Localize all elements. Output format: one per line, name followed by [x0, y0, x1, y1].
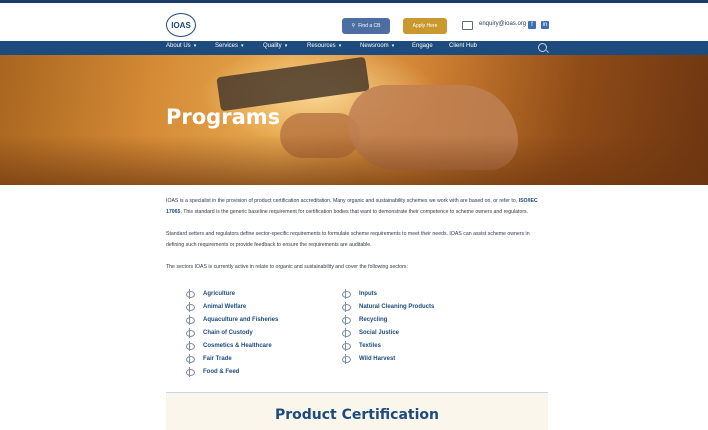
- main-nav: About Us ▾ Services ▾ Quality ▾ Resources ▾ …: [0, 41, 708, 55]
- nav-label: Quality: [263, 43, 282, 49]
- sector-item[interactable]: Animal Welfare: [185, 302, 246, 312]
- product-certification-section: Product Certification: [166, 393, 548, 430]
- sector-label: Agriculture: [203, 291, 236, 297]
- sector-label: Cosmetics & Healthcare: [203, 343, 272, 349]
- nav-label: About Us: [166, 43, 191, 49]
- intro-paragraph-1: IOAS is a specialist in the provision of…: [166, 196, 548, 218]
- wheat-field-image: [0, 135, 708, 185]
- sector-item[interactable]: Agriculture: [185, 289, 235, 299]
- sector-label: Textiles: [359, 343, 381, 349]
- sector-label: Animal Welfare: [203, 304, 247, 310]
- find-a-cb-button[interactable]: ⚲ Find a CB: [342, 18, 390, 34]
- sector-item[interactable]: Aquaculture and Fisheries: [185, 315, 278, 325]
- nav-item-services[interactable]: Services ▾: [215, 43, 244, 49]
- nav-label: Client Hub: [449, 43, 478, 49]
- chevron-down-icon: ▾: [391, 43, 395, 49]
- sector-item[interactable]: Inputs: [341, 289, 377, 299]
- search-icon: ⚲: [351, 23, 356, 29]
- wheat-icon: [185, 289, 195, 299]
- sector-item[interactable]: Recycling: [341, 315, 387, 325]
- intro-paragraph-2: Standard setters and regulators define s…: [166, 231, 530, 248]
- wheat-icon: [185, 367, 195, 377]
- nav-label: Engage: [412, 43, 433, 49]
- intro-text: IOAS is a specialist in the provision of…: [166, 196, 548, 284]
- sector-item[interactable]: Food & Feed: [185, 367, 239, 377]
- sector-item[interactable]: Natural Cleaning Products: [341, 302, 434, 312]
- sector-label: Natural Cleaning Products: [359, 304, 435, 310]
- text: IOAS is a specialist in the provision of…: [166, 198, 518, 204]
- sector-label: Fair Trade: [203, 356, 232, 362]
- wheat-icon: [341, 328, 351, 338]
- intro-paragraph-3: The sectors IOAS is currently active in …: [166, 264, 408, 270]
- chevron-down-icon: ▾: [193, 43, 197, 49]
- sector-label: Recycling: [359, 317, 388, 323]
- top-header: IOAS ⚲ Find a CB Apply Here enquiry@ioas…: [0, 0, 708, 41]
- wheat-icon: [341, 354, 351, 364]
- chevron-down-icon: ▾: [284, 43, 288, 49]
- wheat-icon: [185, 354, 195, 364]
- sector-item[interactable]: Social Justice: [341, 328, 399, 338]
- wheat-icon: [341, 302, 351, 312]
- wheat-icon: [341, 289, 351, 299]
- sector-item[interactable]: Fair Trade: [185, 354, 232, 364]
- linkedin-icon[interactable]: in: [541, 21, 549, 29]
- sector-label: Chain of Custody: [203, 330, 253, 336]
- section-title: Product Certification: [274, 407, 439, 423]
- chevron-down-icon: ▾: [241, 43, 244, 49]
- ioas-logo[interactable]: IOAS: [166, 13, 196, 37]
- wheat-icon: [185, 341, 195, 351]
- sector-label: Social Justice: [359, 330, 400, 336]
- sector-item[interactable]: Chain of Custody: [185, 328, 253, 338]
- sector-label: Wild Harvest: [359, 356, 396, 362]
- nav-label: Services: [215, 43, 239, 49]
- find-a-cb-label: Find a CB: [358, 23, 381, 29]
- sector-label: Aquaculture and Fisheries: [203, 317, 279, 323]
- email-link[interactable]: enquiry@ioas.org: [479, 21, 526, 27]
- sector-label: Food & Feed: [203, 369, 240, 375]
- facebook-icon[interactable]: f: [528, 21, 536, 29]
- mail-icon: [462, 21, 473, 30]
- wheat-icon: [185, 315, 195, 325]
- wheat-icon: [185, 302, 195, 312]
- text: . This standard is the generic baseline …: [180, 209, 529, 215]
- nav-item-client-hub[interactable]: Client Hub: [449, 43, 477, 49]
- nav-item-about-us[interactable]: About Us ▾: [166, 43, 196, 49]
- wheat-icon: [341, 315, 351, 325]
- chevron-down-icon: ▾: [338, 43, 342, 49]
- hero-banner: Programs: [0, 55, 708, 185]
- sector-label: Inputs: [359, 291, 377, 297]
- sector-item[interactable]: Wild Harvest: [341, 354, 395, 364]
- sector-item[interactable]: Textiles: [341, 341, 381, 351]
- page-title: Programs: [166, 105, 281, 129]
- nav-item-resources[interactable]: Resources ▾: [307, 43, 341, 49]
- wheat-icon: [185, 328, 195, 338]
- nav-label: Resources: [307, 43, 336, 49]
- nav-item-quality[interactable]: Quality ▾: [263, 43, 287, 49]
- wheat-icon: [341, 341, 351, 351]
- search-icon[interactable]: [538, 43, 547, 52]
- sector-item[interactable]: Cosmetics & Healthcare: [185, 341, 272, 351]
- apply-here-button[interactable]: Apply Here: [403, 18, 447, 34]
- nav-item-engage[interactable]: Engage: [412, 43, 433, 49]
- nav-label: Newsroom: [360, 43, 389, 49]
- page: IOAS ⚲ Find a CB Apply Here enquiry@ioas…: [0, 0, 708, 430]
- nav-item-newsroom[interactable]: Newsroom ▾: [360, 43, 394, 49]
